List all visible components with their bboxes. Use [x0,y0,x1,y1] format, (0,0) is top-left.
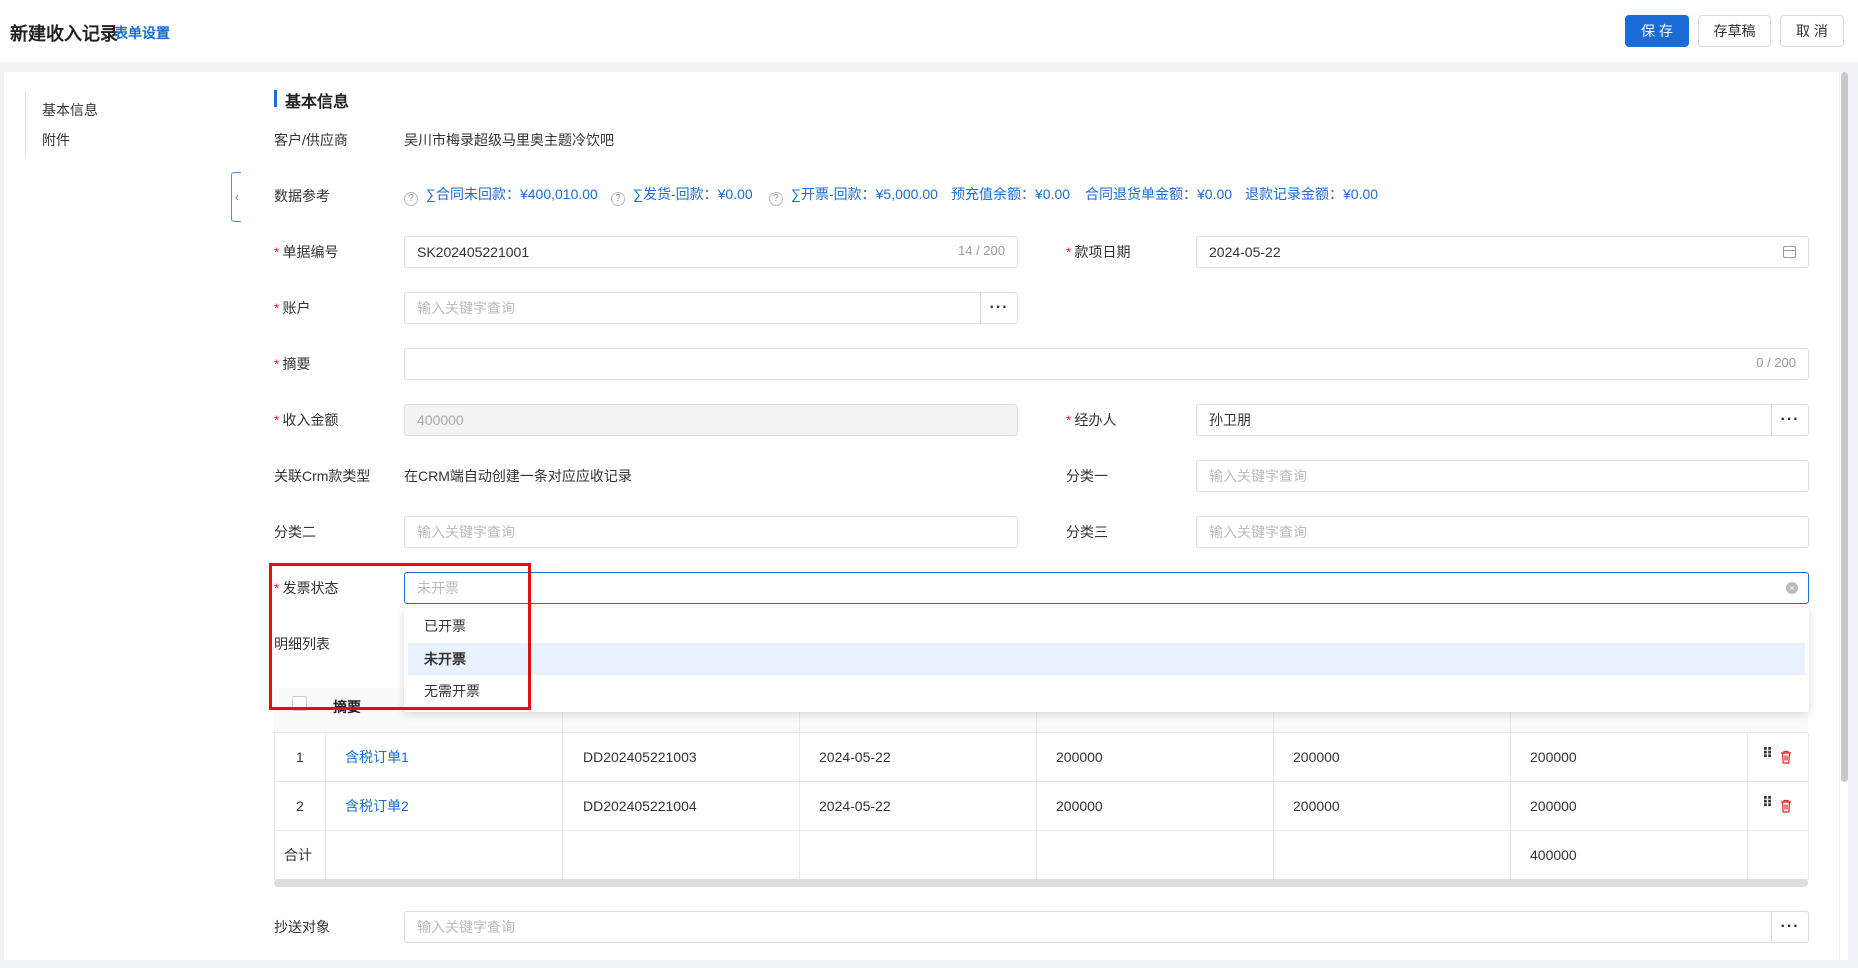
summary-input[interactable]: 0 / 200 [404,348,1809,380]
ref-contract-return: 合同退货单金额：¥0.00 [1085,186,1233,202]
handler-label: * 经办人 [1066,412,1117,428]
section-title: 基本信息 [285,94,350,111]
table-border [1808,733,1809,880]
crm-type-label: 关联Crm款类型 [274,468,371,484]
doc-no-counter: 14 / 200 [958,243,1005,258]
data-reference-label: 数据参考 [274,188,330,204]
customer-label: 客户/供应商 [274,132,348,148]
sidebar-item-basic-info[interactable]: 基本信息 [42,100,98,120]
sidebar-item-attachment[interactable]: 附件 [42,130,70,150]
column-divider [1273,688,1274,880]
doc-no-label: * 单据编号 [274,244,339,260]
invoice-status-select[interactable]: × [404,572,1809,604]
summary-label: * 摘要 [274,356,311,372]
ref-refund-amount: 退款记录金额：¥0.00 [1245,186,1379,202]
date-picker[interactable]: 2024-05-22 [1196,236,1809,268]
invoice-status-dropdown: 已开票 未开票 无需开票 [404,608,1809,712]
category-3-input[interactable] [1196,516,1809,548]
nav-rail [25,92,26,158]
calendar-icon[interactable] [1783,246,1796,258]
more-icon[interactable]: ··· [980,293,1017,323]
option-no-invoice-needed[interactable]: 无需开票 [408,675,1805,707]
category-3-field[interactable] [1197,517,1797,547]
category-1-field[interactable] [1197,461,1797,491]
column-divider [1036,688,1037,880]
section-marker [274,90,277,107]
question-icon[interactable]: ? [769,192,783,206]
column-divider [799,688,800,880]
crm-type-value: 在CRM端自动创建一条对应应收记录 [404,468,632,484]
column-divider [1747,733,1748,880]
ref-prepaid-balance: 预充值余额：¥0.00 [951,186,1071,202]
column-divider [325,733,326,880]
column-divider [1510,688,1511,880]
cancel-button[interactable]: 取 消 [1780,15,1844,47]
table-row: 1 含税订单1 DD202405221003 2024-05-22 200000… [274,733,1808,782]
save-draft-button[interactable]: 存草稿 [1698,15,1771,47]
summary-counter: 0 / 200 [1756,355,1796,370]
handler-input[interactable]: 孙卫朋 ··· [1196,404,1809,436]
category-2-field[interactable] [405,517,1005,547]
save-button[interactable]: 保 存 [1625,15,1689,47]
invoice-status-field[interactable] [405,573,1765,603]
drag-handle-icon[interactable]: ⠿ [1762,745,1773,762]
row-amount-2: 200000 [1293,749,1340,765]
top-bar: 新建收入记录 表单设置 保 存 存草稿 取 消 [0,0,1858,62]
table-row: 2 含税订单2 DD202405221004 2024-05-22 200000… [274,782,1808,831]
category-2-input[interactable] [404,516,1018,548]
row-date: 2024-05-22 [819,749,891,765]
row-amount-2: 200000 [1293,798,1340,814]
row-summary-link[interactable]: 含税订单2 [345,796,409,816]
vertical-scrollbar[interactable] [1841,72,1848,782]
form-setting-link[interactable]: 表单设置 [114,23,170,43]
drag-handle-icon[interactable]: ⠿ [1762,794,1773,811]
row-number: 2 [296,798,304,814]
option-not-invoiced[interactable]: 未开票 [408,643,1805,675]
delete-icon[interactable] [1780,750,1792,764]
row-amount-1: 200000 [1056,798,1103,814]
cc-input[interactable]: ··· [404,911,1809,943]
category-1-label: 分类一 [1066,468,1108,484]
table-total-row: 合计 400000 [274,831,1808,880]
highlight-annotation [269,563,531,710]
date-label: * 款项日期 [1066,244,1131,260]
cc-label: 抄送对象 [274,919,330,935]
account-field[interactable] [405,293,975,323]
sidebar: 基本信息 附件 [4,72,241,960]
row-order-no: DD202405221003 [583,749,697,765]
category-2-label: 分类二 [274,524,316,540]
row-number: 1 [296,749,304,765]
category-3-label: 分类三 [1066,524,1108,540]
ref-invoice-payment: ? ∑开票-回款：¥5,000.00 [769,184,938,206]
total-label: 合计 [284,847,312,863]
amount-input: 400000 [404,404,1018,436]
table-border [274,733,275,880]
column-divider [562,688,563,880]
question-icon[interactable]: ? [611,192,625,206]
delete-icon[interactable] [1780,799,1792,813]
amount-label: * 收入金额 [274,412,339,428]
more-icon[interactable]: ··· [1771,912,1808,942]
horizontal-scrollbar[interactable] [274,879,1808,887]
row-order-no: DD202405221004 [583,798,697,814]
ref-contract-unpaid: ? ∑合同未回款：¥400,010.00 [404,184,598,206]
row-amount-3: 200000 [1530,798,1577,814]
ref-shipment-payment: ? ∑发货-回款：¥0.00 [611,184,753,206]
account-input[interactable]: ··· [404,292,1018,324]
row-amount-1: 200000 [1056,749,1103,765]
option-invoiced[interactable]: 已开票 [408,610,1805,642]
row-date: 2024-05-22 [819,798,891,814]
category-1-input[interactable] [1196,460,1809,492]
cc-field[interactable] [405,912,1765,942]
clear-icon[interactable]: × [1786,582,1798,594]
row-amount-3: 200000 [1530,749,1577,765]
total-value: 400000 [1530,847,1577,863]
more-icon[interactable]: ··· [1771,405,1808,435]
customer-value: 吴川市梅录超级马里奥主题冷饮吧 [404,132,614,148]
row-summary-link[interactable]: 含税订单1 [345,747,409,767]
account-label: * 账户 [274,300,311,316]
question-icon[interactable]: ? [404,192,418,206]
page-title: 新建收入记录 [10,24,118,44]
doc-no-input[interactable]: SK202405221001 14 / 200 [404,236,1018,268]
